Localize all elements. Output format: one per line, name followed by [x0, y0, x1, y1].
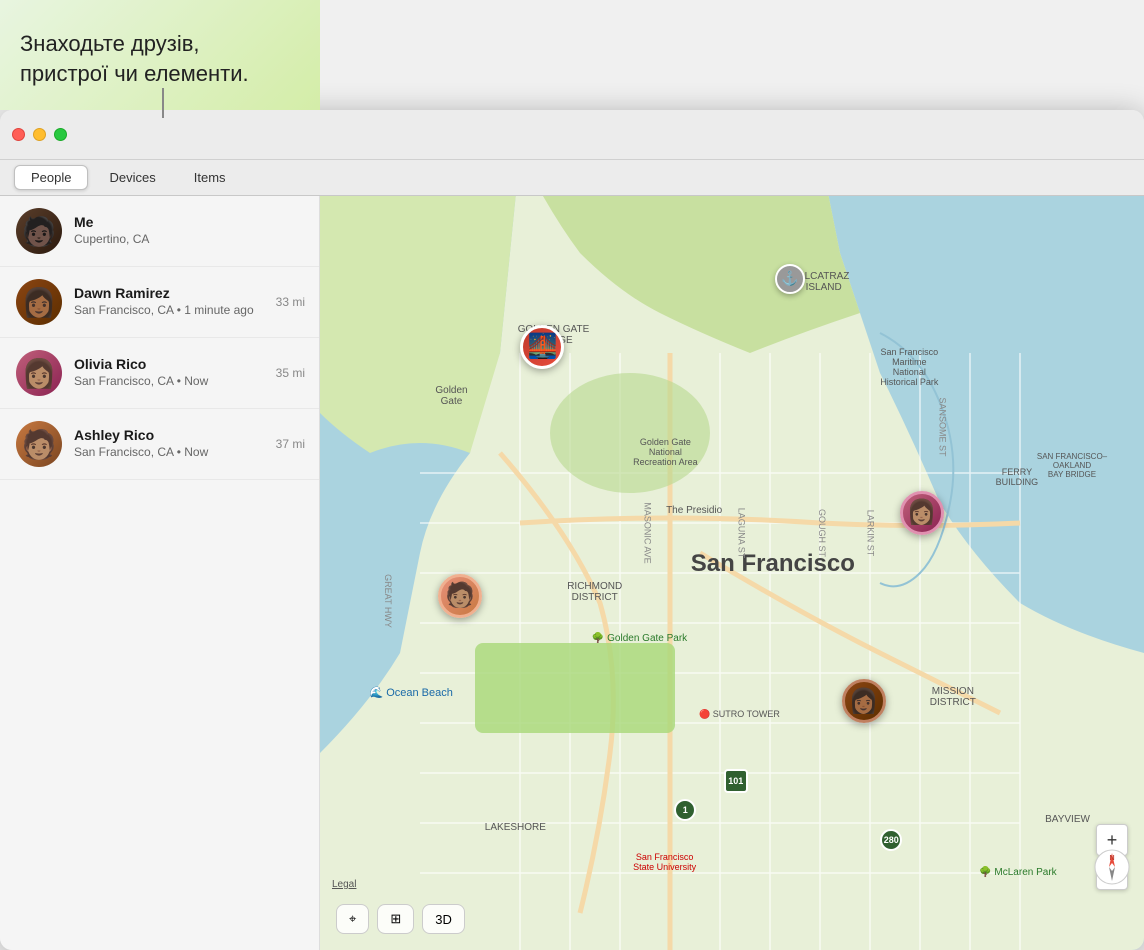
- map-pin-alcatraz[interactable]: ⚓: [775, 264, 805, 294]
- titlebar: [0, 110, 1144, 160]
- tooltip-callout: Знаходьте друзів, пристрої чи елементи.: [0, 0, 320, 110]
- map-pin-dawn[interactable]: 👩🏾: [842, 679, 886, 723]
- map-pin-golden-gate-bridge[interactable]: 🌉: [520, 325, 564, 369]
- contact-item-me[interactable]: 🧑🏿 Me Cupertino, CA: [0, 196, 319, 267]
- contact-name-me: Me: [74, 214, 303, 230]
- map-svg: [320, 196, 1144, 950]
- contact-location-me: Cupertino, CA: [74, 232, 303, 248]
- location-icon: ⌖: [349, 911, 356, 927]
- tab-bar: People Devices Items: [0, 160, 1144, 196]
- avatar-olivia: 👩🏽: [16, 350, 62, 396]
- contact-info-dawn: Dawn Ramirez San Francisco, CA • 1 minut…: [74, 285, 303, 319]
- location-button[interactable]: ⌖: [336, 904, 369, 934]
- contact-distance-olivia: 35 mi: [276, 366, 305, 380]
- compass-icon: N: [1094, 849, 1130, 885]
- map-pin-olivia[interactable]: 👩🏽: [900, 491, 944, 535]
- map-icon: ⊞: [390, 911, 401, 927]
- avatar-me: 🧑🏿: [16, 208, 62, 254]
- maximize-button[interactable]: [54, 128, 67, 141]
- contact-name-ashley: Ashley Rico: [74, 427, 303, 443]
- legal-link[interactable]: Legal: [332, 874, 356, 892]
- contact-location-ashley: San Francisco, CA • Now: [74, 445, 303, 461]
- tab-items[interactable]: Items: [177, 165, 243, 190]
- contact-info-olivia: Olivia Rico San Francisco, CA • Now: [74, 356, 303, 390]
- contact-location-olivia: San Francisco, CA • Now: [74, 374, 303, 390]
- contact-name-olivia: Olivia Rico: [74, 356, 303, 372]
- map-marker-101: 101: [724, 769, 748, 793]
- tab-devices[interactable]: Devices: [92, 165, 172, 190]
- 3d-label: 3D: [435, 912, 452, 927]
- contact-distance-dawn: 33 mi: [276, 295, 305, 309]
- tooltip-text: Знаходьте друзів, пристрої чи елементи.: [20, 29, 249, 88]
- compass[interactable]: N: [1094, 849, 1130, 890]
- contact-distance-ashley: 37 mi: [276, 437, 305, 451]
- minimize-button[interactable]: [33, 128, 46, 141]
- tab-people[interactable]: People: [14, 165, 88, 190]
- svg-text:N: N: [1109, 855, 1114, 862]
- 3d-button[interactable]: 3D: [422, 904, 465, 934]
- map-type-button[interactable]: ⊞: [377, 904, 414, 934]
- main-content: 🧑🏿 Me Cupertino, CA 👩🏾 Dawn Ramirez San …: [0, 196, 1144, 950]
- map-area[interactable]: San Francisco GOLDEN GATEBRIDGE ALCATRAZ…: [320, 196, 1144, 950]
- contact-info-me: Me Cupertino, CA: [74, 214, 303, 248]
- contact-item-dawn[interactable]: 👩🏾 Dawn Ramirez San Francisco, CA • 1 mi…: [0, 267, 319, 338]
- contact-info-ashley: Ashley Rico San Francisco, CA • Now: [74, 427, 303, 461]
- contact-location-dawn: San Francisco, CA • 1 minute ago: [74, 303, 303, 319]
- contact-item-olivia[interactable]: 👩🏽 Olivia Rico San Francisco, CA • Now 3…: [0, 338, 319, 409]
- callout-line: [162, 88, 164, 118]
- avatar-dawn: 👩🏾: [16, 279, 62, 325]
- contact-item-ashley[interactable]: 🧑🏽 Ashley Rico San Francisco, CA • Now 3…: [0, 409, 319, 480]
- close-button[interactable]: [12, 128, 25, 141]
- map-pin-ashley[interactable]: 🧑🏽: [438, 574, 482, 618]
- contact-name-dawn: Dawn Ramirez: [74, 285, 303, 301]
- avatar-ashley: 🧑🏽: [16, 421, 62, 467]
- sidebar: 🧑🏿 Me Cupertino, CA 👩🏾 Dawn Ramirez San …: [0, 196, 320, 950]
- find-my-window: People Devices Items 🧑🏿 Me Cupertino, CA…: [0, 110, 1144, 950]
- map-bottom-controls: ⌖ ⊞ 3D: [336, 904, 465, 934]
